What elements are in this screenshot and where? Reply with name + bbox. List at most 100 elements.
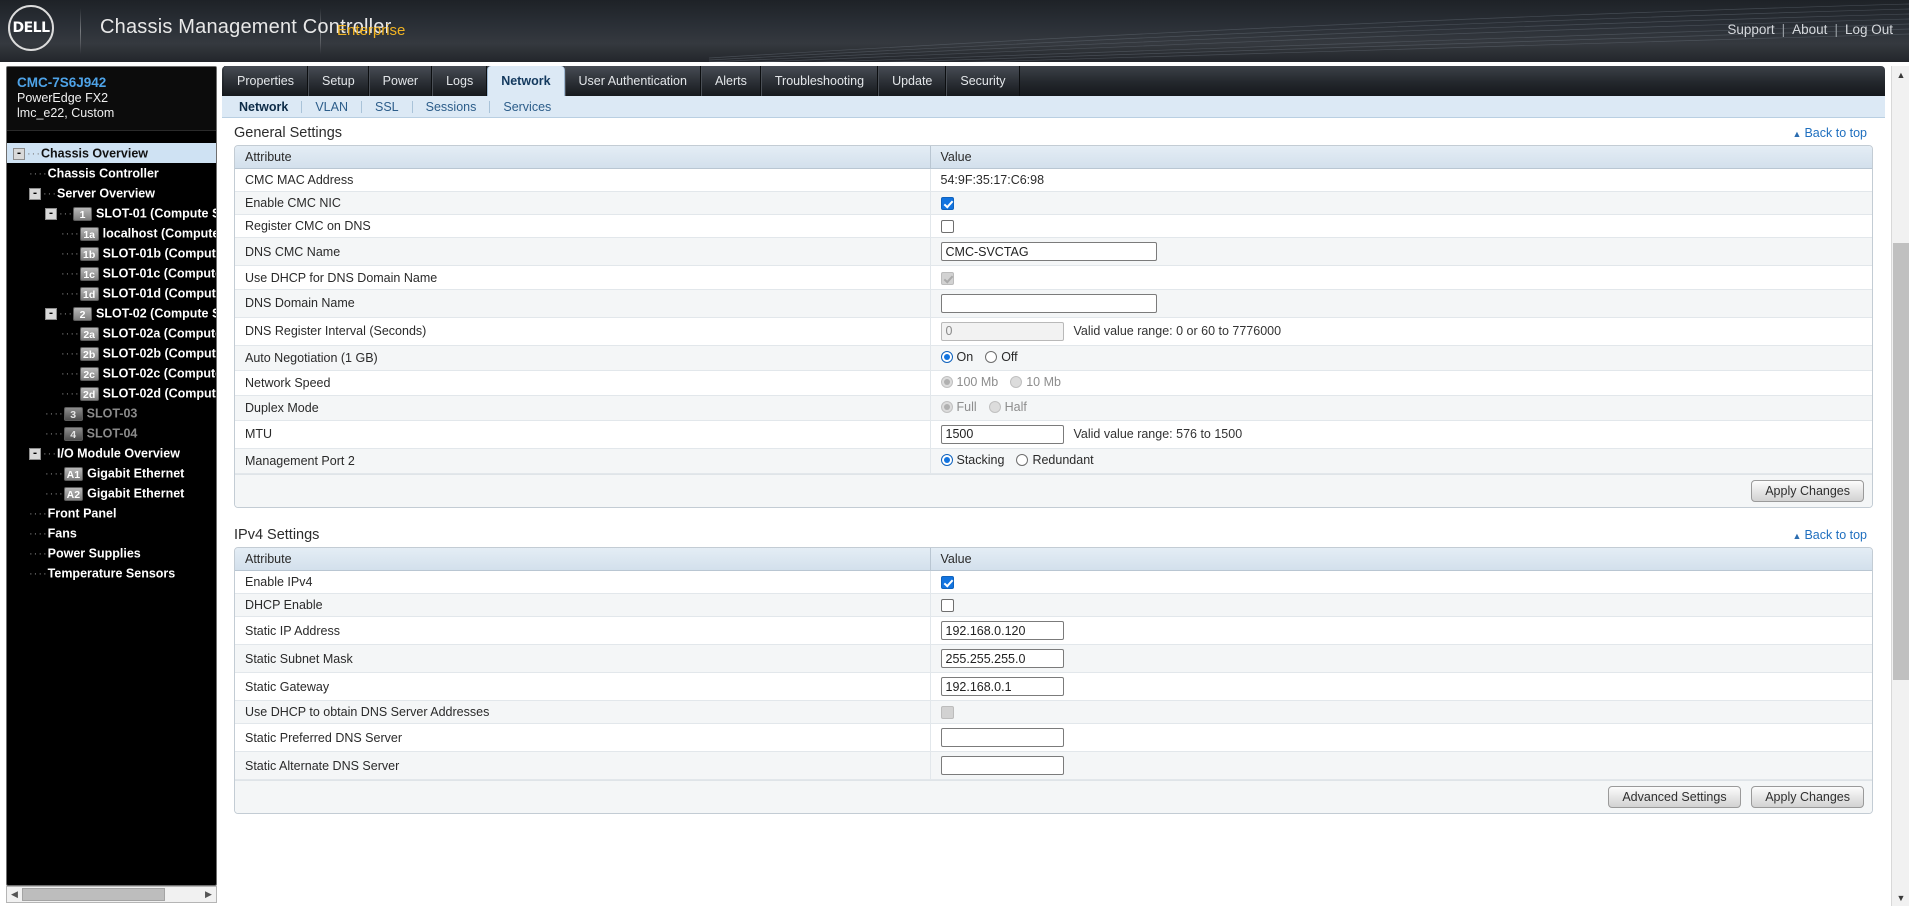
sidebar-item-fans[interactable]: ····Fans (7, 523, 216, 543)
sidebar-scroll-thumb[interactable] (22, 888, 165, 901)
tree-collapse-icon[interactable]: - (29, 187, 41, 200)
page-scroll-thumb[interactable] (1893, 243, 1909, 680)
sidebar-item-slot-01b-compute-sled[interactable]: ····1bSLOT-01b (Compute Sled) (7, 243, 216, 263)
tree-guide-line: ···· (29, 568, 48, 580)
radio-option[interactable]: On (940, 349, 974, 364)
checkbox (940, 271, 954, 285)
tree-guide-line: ··· (43, 188, 57, 200)
tab-properties[interactable]: Properties (224, 66, 308, 96)
text-input[interactable] (940, 677, 1064, 697)
radio-button[interactable] (940, 350, 953, 363)
radio-button[interactable] (985, 350, 998, 363)
tab-logs[interactable]: Logs (432, 66, 488, 96)
subtab-sessions[interactable]: Sessions (413, 96, 490, 118)
tab-power[interactable]: Power (368, 66, 433, 96)
advanced-settings-button[interactable]: Advanced Settings (1608, 786, 1741, 809)
column-header-value-ipv4: Value (930, 547, 1872, 571)
sidebar-item-slot-02-compute-sled[interactable]: -···2 SLOT-02 (Compute Sled) (7, 303, 216, 323)
text-input[interactable] (940, 728, 1064, 748)
sidebar-item-slot-03[interactable]: ···· 3 SLOT-03 (7, 403, 216, 423)
tree-collapse-icon[interactable]: - (13, 147, 25, 160)
main-pane: Properties Setup Power Logs Network User Auth… (222, 66, 1885, 906)
checkbox[interactable] (940, 599, 954, 613)
apply-changes-button-ipv4[interactable]: Apply Changes (1751, 786, 1864, 809)
slot-badge: 3 (63, 406, 83, 421)
radio-option[interactable]: Stacking (940, 453, 1004, 467)
text-input[interactable] (940, 242, 1157, 262)
sidebar-item-slot-04[interactable]: ···· 4 SLOT-04 (7, 423, 216, 443)
sidebar-item-label: SLOT-02d (Compute Sled) (102, 386, 216, 401)
back-to-top-link-general[interactable]: ▲ Back to top (1793, 126, 1867, 140)
sidebar-item-slot-02c-compute-sled[interactable]: ····2cSLOT-02c (Compute Sled) (7, 363, 216, 383)
support-link[interactable]: Support (1727, 22, 1774, 37)
subtab-services[interactable]: Services (490, 96, 564, 118)
sidebar-item-slot-01-compute-sled[interactable]: -···1 SLOT-01 (Compute Sled) (7, 203, 216, 223)
text-input[interactable] (940, 649, 1064, 669)
ipv4-settings-rows: Enable IPv4DHCP EnableStatic IP AddressS… (235, 570, 1872, 781)
tab-troubleshooting[interactable]: Troubleshooting (760, 66, 879, 96)
tab-network[interactable]: Network (487, 66, 565, 96)
row-value-cell (930, 723, 1872, 753)
sidebar-horizontal-scrollbar[interactable]: ◀ ▶ (6, 886, 217, 903)
scroll-down-arrow-icon[interactable]: ▼ (1892, 889, 1909, 906)
scroll-up-arrow-icon[interactable]: ▲ (1892, 66, 1909, 83)
radio-option[interactable]: Off (985, 350, 1018, 364)
subtab-ssl[interactable]: SSL (362, 96, 412, 118)
logout-link[interactable]: Log Out (1845, 22, 1893, 37)
sidebar-item-localhost-compute-sled[interactable]: ····1alocalhost (Compute Sled) (7, 223, 216, 243)
secondary-tabbar: Network VLAN SSL Sessions Services (222, 96, 1885, 118)
scroll-right-arrow-icon[interactable]: ▶ (201, 887, 216, 902)
sidebar-item-chassis-controller[interactable]: ····Chassis Controller (7, 163, 216, 183)
tree-guide-line: ···· (45, 428, 64, 440)
tree-collapse-icon[interactable]: - (45, 207, 57, 220)
radio-option[interactable]: Redundant (1016, 453, 1094, 467)
table-row: DNS CMC Name (235, 237, 1872, 267)
radio-button[interactable] (940, 453, 953, 466)
checkbox[interactable] (940, 575, 954, 589)
sidebar-item-power-supplies[interactable]: ····Power Supplies (7, 543, 216, 563)
tree-collapse-icon[interactable]: - (29, 447, 41, 460)
page-vertical-scrollbar[interactable]: ▲ ▼ (1891, 66, 1909, 906)
tab-user-authentication[interactable]: User Authentication (564, 66, 701, 96)
sidebar-item-temperature-sensors[interactable]: ····Temperature Sensors (7, 563, 216, 583)
sidebar-item-server-overview[interactable]: - ···Server Overview (7, 183, 216, 203)
tab-update[interactable]: Update (878, 66, 947, 96)
back-to-top-link-ipv4[interactable]: ▲ Back to top (1793, 528, 1867, 542)
table-row: Use DHCP to obtain DNS Server Addresses (235, 700, 1872, 725)
sidebar-item-i-o-module-overview[interactable]: - ···I/O Module Overview (7, 443, 216, 463)
apply-changes-button-general[interactable]: Apply Changes (1751, 479, 1864, 502)
sidebar-item-chassis-overview[interactable]: - ···Chassis Overview (7, 143, 216, 163)
tab-alerts[interactable]: Alerts (700, 66, 761, 96)
sidebar-item-label: SLOT-01d (Compute Sled) (102, 286, 216, 301)
subtab-vlan[interactable]: VLAN (302, 96, 361, 118)
sidebar-item-gigabit-ethernet[interactable]: ···· A1 Gigabit Ethernet (7, 463, 216, 483)
checkbox[interactable] (940, 197, 954, 211)
checkbox[interactable] (940, 220, 954, 234)
radio-label: 100 Mb (956, 374, 999, 389)
text-input[interactable] (940, 424, 1064, 444)
text-input[interactable] (940, 293, 1157, 313)
sidebar-item-slot-02a-compute-sled[interactable]: ····2aSLOT-02a (Compute Sled) (7, 323, 216, 343)
radio-label: On (956, 349, 974, 364)
row-attribute-label: DNS CMC Name (235, 237, 931, 267)
subtab-network[interactable]: Network (226, 96, 301, 118)
sidebar-item-slot-01c-compute-sled[interactable]: ····1cSLOT-01c (Compute Sled) (7, 263, 216, 283)
text-input[interactable] (940, 756, 1064, 776)
sidebar-item-slot-01d-compute-sled[interactable]: ····1dSLOT-01d (Compute Sled) (7, 283, 216, 303)
about-link[interactable]: About (1792, 22, 1827, 37)
scroll-left-arrow-icon[interactable]: ◀ (7, 887, 22, 902)
radio-option: Full (940, 400, 977, 414)
sidebar-item-slot-02d-compute-sled[interactable]: ····2dSLOT-02d (Compute Sled) (7, 383, 216, 403)
table-row: DNS Register Interval (Seconds) Valid val… (235, 317, 1872, 346)
dell-logo: DELL (8, 5, 60, 57)
row-attribute-label: Enable IPv4 (235, 570, 931, 594)
tab-security[interactable]: Security (946, 66, 1020, 96)
radio-button[interactable] (1016, 453, 1029, 466)
tab-setup[interactable]: Setup (307, 66, 369, 96)
tree-collapse-icon[interactable]: - (45, 307, 57, 320)
sidebar-item-front-panel[interactable]: ····Front Panel (7, 503, 216, 523)
sidebar-item-gigabit-ethernet[interactable]: ···· A2 Gigabit Ethernet (7, 483, 216, 503)
primary-tabs: Properties Setup Power Logs Network User Auth… (222, 66, 1885, 96)
text-input[interactable] (940, 621, 1064, 641)
sidebar-item-slot-02b-compute-sled[interactable]: ····2bSLOT-02b (Compute Sled) (7, 343, 216, 363)
